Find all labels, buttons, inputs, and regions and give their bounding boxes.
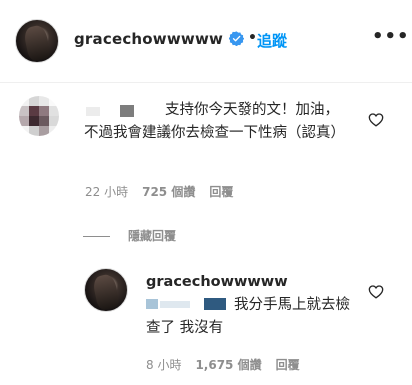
follow-button[interactable]: 追蹤 (257, 30, 287, 51)
post-header: gracechowwwww • 追蹤 ••• (0, 0, 412, 83)
like-heart-icon[interactable] (368, 112, 384, 128)
mosaic-pixel (29, 106, 39, 116)
reply-avatar[interactable] (84, 268, 128, 312)
reply-mention-redacted[interactable] (146, 298, 226, 310)
post-username[interactable]: gracechowwwww (74, 30, 223, 48)
mosaic-pixel (49, 126, 59, 136)
redaction-block (160, 301, 190, 308)
comment-likes[interactable]: 725 個讚 (142, 185, 195, 199)
verified-badge-icon (229, 31, 244, 46)
mosaic-pixel (39, 106, 49, 116)
mosaic-pixel (39, 96, 49, 106)
header-separator: • (248, 30, 257, 46)
more-options-icon[interactable]: ••• (372, 26, 410, 47)
redaction-block (146, 299, 158, 309)
redaction-block (120, 105, 134, 117)
reply-reply-button[interactable]: 回覆 (276, 358, 300, 372)
mosaic-pixel (19, 126, 29, 136)
mosaic-pixel (29, 116, 39, 126)
redaction-block (204, 298, 226, 310)
commenter-avatar[interactable] (19, 96, 59, 136)
reply-likes[interactable]: 1,675 個讚 (195, 358, 261, 372)
comment-time[interactable]: 22 小時 (85, 185, 128, 199)
reply-time[interactable]: 8 小時 (146, 358, 181, 372)
mosaic-pixel (19, 116, 29, 126)
mosaic-pixel (39, 116, 49, 126)
reply-username[interactable]: gracechowwwww (146, 274, 288, 290)
mosaic-pixel (29, 126, 39, 136)
mosaic-pixel (19, 96, 29, 106)
redaction-block (86, 107, 100, 116)
like-heart-icon[interactable] (368, 284, 384, 300)
replies-divider (83, 236, 110, 237)
reply-meta: 8 小時 1,675 個讚 回覆 (146, 356, 300, 373)
mosaic-pixel (29, 96, 39, 106)
mosaic-pixel (49, 96, 59, 106)
hide-replies-button[interactable]: 隱藏回覆 (128, 227, 176, 244)
commenter-username-redacted[interactable] (86, 105, 142, 117)
mosaic-pixel (39, 126, 49, 136)
profile-avatar[interactable] (15, 19, 59, 63)
mosaic-pixel (49, 116, 59, 126)
mosaic-pixel (19, 106, 29, 116)
mosaic-pixel (49, 106, 59, 116)
comment-meta: 22 小時 725 個讚 回覆 (85, 183, 233, 200)
comment-reply-button[interactable]: 回覆 (209, 185, 233, 199)
